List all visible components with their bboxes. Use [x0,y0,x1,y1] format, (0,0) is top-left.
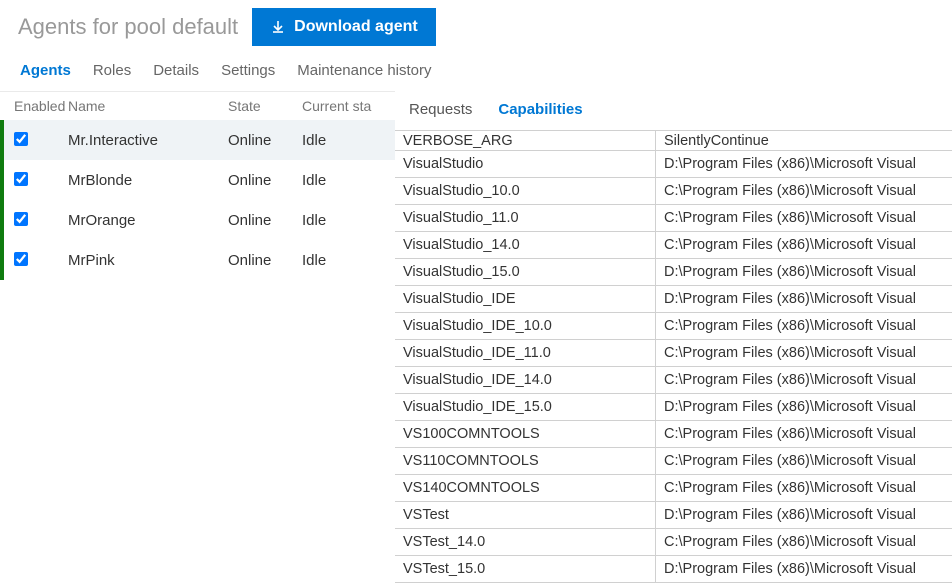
capability-key: VS140COMNTOOLS [395,475,656,501]
sub-tabs: Requests Capabilities [395,91,952,130]
capability-row[interactable]: VisualStudio_14.0C:\Program Files (x86)\… [395,232,952,259]
agent-state: Online [228,212,302,229]
capability-row[interactable]: VS140COMNTOOLSC:\Program Files (x86)\Mic… [395,475,952,502]
capability-value: C:\Program Files (x86)\Microsoft Visual [656,205,952,231]
capability-row[interactable]: VS110COMNTOOLSC:\Program Files (x86)\Mic… [395,448,952,475]
capability-key: VSTest [395,502,656,528]
table-row[interactable]: MrPinkOnlineIdle [0,240,395,280]
capability-value: D:\Program Files (x86)\Microsoft Visual [656,151,952,177]
capability-row[interactable]: VisualStudio_IDE_11.0C:\Program Files (x… [395,340,952,367]
capability-value: C:\Program Files (x86)\Microsoft Visual [656,529,952,555]
capability-row[interactable]: VSTestD:\Program Files (x86)\Microsoft V… [395,502,952,529]
capability-value: SilentlyContinue [656,131,952,150]
content-area: Enabled Name State Current sta Mr.Intera… [0,91,952,583]
capability-row[interactable]: VisualStudio_IDE_10.0C:\Program Files (x… [395,313,952,340]
table-row[interactable]: MrOrangeOnlineIdle [0,200,395,240]
agent-enabled-checkbox[interactable] [14,252,28,266]
col-header-enabled: Enabled [10,98,68,114]
tab-settings[interactable]: Settings [221,62,275,79]
capability-value: C:\Program Files (x86)\Microsoft Visual [656,475,952,501]
capability-key: VisualStudio_15.0 [395,259,656,285]
capability-value: C:\Program Files (x86)\Microsoft Visual [656,367,952,393]
capability-key: VSTest_15.0 [395,556,656,582]
capability-key: VisualStudio_IDE [395,286,656,312]
download-agent-label: Download agent [294,18,418,36]
agents-table-body: Mr.InteractiveOnlineIdleMrBlondeOnlineId… [0,120,395,280]
agent-current: Idle [302,172,395,189]
capability-key: VisualStudio_14.0 [395,232,656,258]
capability-row[interactable]: VSTest_14.0C:\Program Files (x86)\Micros… [395,529,952,556]
agents-panel: Enabled Name State Current sta Mr.Intera… [0,91,395,280]
agent-enabled-checkbox[interactable] [14,212,28,226]
capability-row[interactable]: VisualStudio_IDE_14.0C:\Program Files (x… [395,367,952,394]
agents-table-header: Enabled Name State Current sta [0,91,395,120]
subtab-capabilities[interactable]: Capabilities [498,101,582,118]
capability-key: VisualStudio_IDE_14.0 [395,367,656,393]
tab-agents[interactable]: Agents [20,62,71,79]
tab-maintenance-history[interactable]: Maintenance history [297,62,431,79]
capability-row[interactable]: VERBOSE_ARGSilentlyContinue [395,131,952,151]
capabilities-table: VERBOSE_ARGSilentlyContinueVisualStudioD… [395,130,952,583]
agent-name: MrBlonde [68,172,228,189]
capability-key: VERBOSE_ARG [395,131,656,150]
capability-value: D:\Program Files (x86)\Microsoft Visual [656,502,952,528]
capability-value: C:\Program Files (x86)\Microsoft Visual [656,340,952,366]
capability-row[interactable]: VSTest_15.0D:\Program Files (x86)\Micros… [395,556,952,583]
main-tabs: Agents Roles Details Settings Maintenance hi… [0,52,952,91]
details-panel: Requests Capabilities VERBOSE_ARGSilently… [395,91,952,583]
capability-value: D:\Program Files (x86)\Microsoft Visual [656,556,952,582]
capability-key: VisualStudio_IDE_11.0 [395,340,656,366]
col-header-state: State [228,98,302,114]
capability-row[interactable]: VS100COMNTOOLSC:\Program Files (x86)\Mic… [395,421,952,448]
agent-name: MrOrange [68,212,228,229]
capability-value: C:\Program Files (x86)\Microsoft Visual [656,232,952,258]
agent-current: Idle [302,132,395,149]
table-row[interactable]: Mr.InteractiveOnlineIdle [0,120,395,160]
agent-enabled-checkbox[interactable] [14,172,28,186]
agent-current: Idle [302,212,395,229]
agent-name: Mr.Interactive [68,132,228,149]
capability-value: D:\Program Files (x86)\Microsoft Visual [656,259,952,285]
page-header: Agents for pool default Download agent [0,0,952,52]
capability-row[interactable]: VisualStudio_15.0D:\Program Files (x86)\… [395,259,952,286]
capability-key: VSTest_14.0 [395,529,656,555]
capability-key: VisualStudio_IDE_10.0 [395,313,656,339]
capability-key: VS110COMNTOOLS [395,448,656,474]
capability-key: VisualStudio_IDE_15.0 [395,394,656,420]
capability-key: VS100COMNTOOLS [395,421,656,447]
capability-row[interactable]: VisualStudio_IDED:\Program Files (x86)\M… [395,286,952,313]
capability-value: C:\Program Files (x86)\Microsoft Visual [656,313,952,339]
capability-value: C:\Program Files (x86)\Microsoft Visual [656,178,952,204]
agent-state: Online [228,252,302,269]
agent-enabled-checkbox[interactable] [14,132,28,146]
page-title: Agents for pool default [18,14,238,40]
subtab-requests[interactable]: Requests [409,101,472,118]
tab-roles[interactable]: Roles [93,62,131,79]
capability-key: VisualStudio_10.0 [395,178,656,204]
download-agent-button[interactable]: Download agent [252,8,436,46]
capability-key: VisualStudio [395,151,656,177]
capability-value: C:\Program Files (x86)\Microsoft Visual [656,448,952,474]
capability-row[interactable]: VisualStudio_10.0C:\Program Files (x86)\… [395,178,952,205]
capability-row[interactable]: VisualStudio_11.0C:\Program Files (x86)\… [395,205,952,232]
tab-details[interactable]: Details [153,62,199,79]
col-header-name: Name [68,98,228,114]
agent-state: Online [228,132,302,149]
agent-current: Idle [302,252,395,269]
capability-value: D:\Program Files (x86)\Microsoft Visual [656,394,952,420]
capability-row[interactable]: VisualStudio_IDE_15.0D:\Program Files (x… [395,394,952,421]
capability-value: C:\Program Files (x86)\Microsoft Visual [656,421,952,447]
download-icon [270,19,286,35]
capability-value: D:\Program Files (x86)\Microsoft Visual [656,286,952,312]
agent-name: MrPink [68,252,228,269]
capability-key: VisualStudio_11.0 [395,205,656,231]
table-row[interactable]: MrBlondeOnlineIdle [0,160,395,200]
col-header-current: Current sta [302,98,395,114]
capability-row[interactable]: VisualStudioD:\Program Files (x86)\Micro… [395,151,952,178]
agent-state: Online [228,172,302,189]
